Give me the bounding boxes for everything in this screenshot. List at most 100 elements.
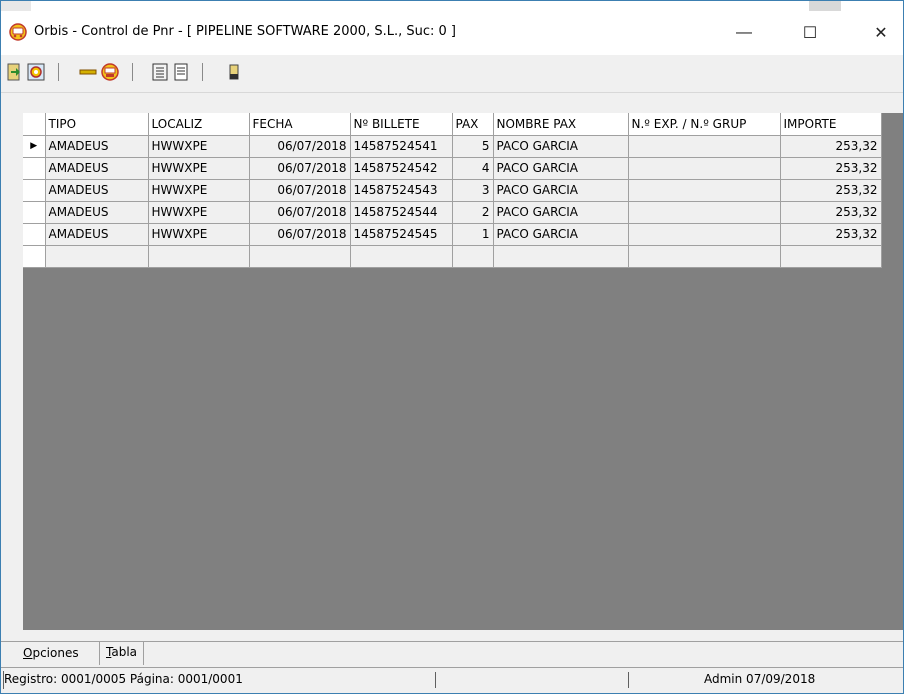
table-row-new[interactable] (23, 245, 882, 268)
toolbar-separator (58, 63, 59, 81)
cell-nombre-pax[interactable]: PACO GARCIA (493, 201, 629, 224)
column-header-fecha[interactable]: FECHA (249, 113, 351, 136)
cell-localiz[interactable]: HWWXPE (148, 135, 250, 158)
cell-importe[interactable]: 253,32 (780, 157, 882, 180)
list-report-icon[interactable] (151, 63, 169, 81)
maximize-button[interactable]: ☐ (787, 11, 833, 55)
cell-pax[interactable]: 2 (452, 201, 494, 224)
settings-gear-icon[interactable] (27, 63, 45, 81)
row-indicator-icon (23, 201, 46, 224)
cell-exp-grupo[interactable] (628, 135, 781, 158)
cell-nombre-pax[interactable]: PACO GARCIA (493, 135, 629, 158)
cell-importe[interactable]: 253,32 (780, 201, 882, 224)
cell-tipo[interactable]: AMADEUS (45, 201, 149, 224)
app-bus-icon (9, 23, 27, 41)
column-header-localiz[interactable]: LOCALIZ (148, 113, 250, 136)
row-indicator-icon (23, 223, 46, 246)
row-indicator-icon (23, 179, 46, 202)
cell-pax[interactable]: 1 (452, 223, 494, 246)
tab-opciones[interactable]: Opciones (17, 643, 85, 665)
table-header-row: TIPO LOCALIZ FECHA Nº BILLETE PAX NOMBRE… (23, 113, 882, 136)
toolbar-separator (202, 63, 203, 81)
tab-tabla[interactable]: Tabla (99, 641, 145, 665)
cell-localiz[interactable]: HWWXPE (148, 157, 250, 180)
window-title: Orbis - Control de Pnr - [ PIPELINE SOFT… (34, 24, 456, 39)
table-row[interactable]: ▶ AMADEUS HWWXPE 06/07/2018 14587524541 … (23, 135, 882, 158)
data-grid[interactable]: TIPO LOCALIZ FECHA Nº BILLETE PAX NOMBRE… (23, 113, 903, 630)
cell-tipo[interactable]: AMADEUS (45, 223, 149, 246)
status-divider (628, 672, 629, 688)
cell-exp-grupo[interactable] (628, 245, 781, 268)
cell-exp-grupo[interactable] (628, 179, 781, 202)
background-strip (1, 1, 903, 11)
close-button[interactable]: ✕ (858, 11, 904, 55)
table-row[interactable]: AMADEUS HWWXPE 06/07/2018 14587524544 2 … (23, 201, 882, 224)
cell-exp-grupo[interactable] (628, 223, 781, 246)
cell-importe[interactable]: 253,32 (780, 223, 882, 246)
table-row[interactable]: AMADEUS HWWXPE 06/07/2018 14587524545 1 … (23, 223, 882, 246)
column-header-importe[interactable]: IMPORTE (780, 113, 882, 136)
cell-nombre-pax[interactable]: PACO GARCIA (493, 179, 629, 202)
cell-billete[interactable]: 14587524544 (350, 201, 453, 224)
cell-fecha[interactable] (249, 245, 351, 268)
cell-pax[interactable]: 4 (452, 157, 494, 180)
title-bar[interactable]: Orbis - Control de Pnr - [ PIPELINE SOFT… (1, 11, 903, 55)
cell-fecha[interactable]: 06/07/2018 (249, 201, 351, 224)
minimize-button[interactable]: — (721, 11, 767, 55)
table-row[interactable]: AMADEUS HWWXPE 06/07/2018 14587524543 3 … (23, 179, 882, 202)
cell-billete[interactable] (350, 245, 453, 268)
cell-exp-grupo[interactable] (628, 157, 781, 180)
cell-importe[interactable]: 253,32 (780, 135, 882, 158)
cell-nombre-pax[interactable] (493, 245, 629, 268)
cell-fecha[interactable]: 06/07/2018 (249, 157, 351, 180)
status-divider (435, 672, 436, 688)
row-indicator-icon (23, 245, 46, 268)
cell-billete[interactable]: 14587524543 (350, 179, 453, 202)
minimize-icon: — (736, 24, 752, 41)
exit-door-icon[interactable] (5, 63, 23, 81)
cell-fecha[interactable]: 06/07/2018 (249, 135, 351, 158)
cell-billete[interactable]: 14587524541 (350, 135, 453, 158)
background-block (1, 1, 31, 11)
status-user-date: Admin 07/09/2018 (704, 672, 816, 686)
sticker-icon[interactable] (101, 63, 119, 81)
minus-icon[interactable] (79, 63, 97, 81)
cell-localiz[interactable] (148, 245, 250, 268)
cell-pax[interactable]: 5 (452, 135, 494, 158)
toolbar (1, 55, 903, 93)
cell-billete[interactable]: 14587524542 (350, 157, 453, 180)
row-indicator-icon: ▶ (23, 135, 46, 158)
cell-importe[interactable] (780, 245, 882, 268)
cell-tipo[interactable]: AMADEUS (45, 179, 149, 202)
column-header-nombre-pax[interactable]: NOMBRE PAX (493, 113, 629, 136)
cell-exp-grupo[interactable] (628, 201, 781, 224)
cell-tipo[interactable] (45, 245, 149, 268)
background-block (809, 1, 841, 11)
cell-importe[interactable]: 253,32 (780, 179, 882, 202)
cell-billete[interactable]: 14587524545 (350, 223, 453, 246)
close-icon: ✕ (874, 25, 888, 42)
cell-nombre-pax[interactable]: PACO GARCIA (493, 223, 629, 246)
app-window: Orbis - Control de Pnr - [ PIPELINE SOFT… (0, 0, 904, 694)
cell-fecha[interactable]: 06/07/2018 (249, 223, 351, 246)
column-header-exp-grupo[interactable]: N.º EXP. / N.º GRUP (628, 113, 781, 136)
cell-localiz[interactable]: HWWXPE (148, 223, 250, 246)
cell-fecha[interactable]: 06/07/2018 (249, 179, 351, 202)
cell-tipo[interactable]: AMADEUS (45, 157, 149, 180)
column-header-tipo[interactable]: TIPO (45, 113, 149, 136)
column-header-pax[interactable]: PAX (452, 113, 494, 136)
column-header-billete[interactable]: Nº BILLETE (350, 113, 453, 136)
door-icon[interactable] (225, 63, 243, 81)
cell-tipo[interactable]: AMADEUS (45, 135, 149, 158)
pnr-table[interactable]: TIPO LOCALIZ FECHA Nº BILLETE PAX NOMBRE… (23, 113, 882, 268)
cell-pax[interactable] (452, 245, 494, 268)
cell-localiz[interactable]: HWWXPE (148, 179, 250, 202)
document-icon[interactable] (172, 63, 190, 81)
table-row[interactable]: AMADEUS HWWXPE 06/07/2018 14587524542 4 … (23, 157, 882, 180)
row-indicator-icon (23, 157, 46, 180)
cell-pax[interactable]: 3 (452, 179, 494, 202)
cell-localiz[interactable]: HWWXPE (148, 201, 250, 224)
cell-nombre-pax[interactable]: PACO GARCIA (493, 157, 629, 180)
tab-tabla-label: abla (111, 645, 138, 659)
tab-strip: Opciones Tabla (1, 641, 903, 665)
